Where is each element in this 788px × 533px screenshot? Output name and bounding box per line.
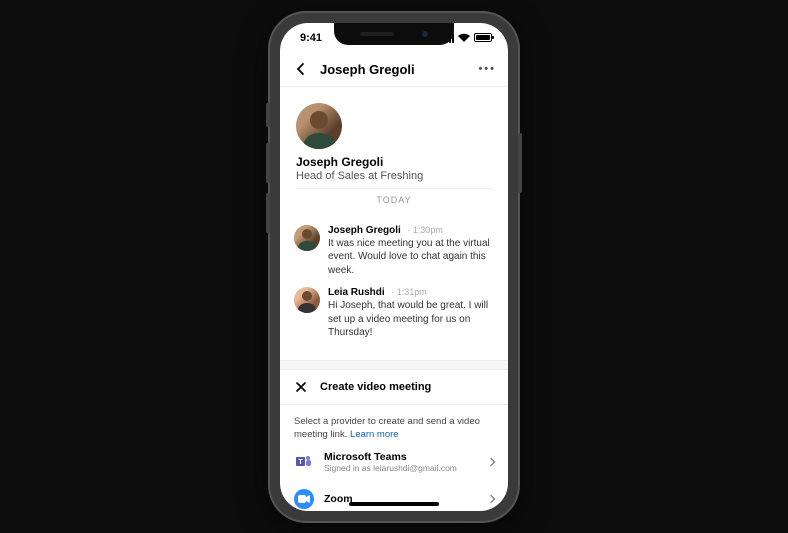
message-item: Joseph Gregoli · 1:30pm It was nice meet… xyxy=(294,225,494,278)
message-avatar[interactable] xyxy=(294,287,320,313)
message-text: It was nice meeting you at the virtual e… xyxy=(328,237,494,278)
volume-up xyxy=(266,143,270,183)
panel-title: Create video meeting xyxy=(320,381,431,393)
create-meeting-header: Create video meeting xyxy=(280,370,508,405)
message-text: Hi Joseph, that would be great. I will s… xyxy=(328,299,494,340)
more-options-button[interactable]: ••• xyxy=(478,63,496,75)
home-indicator[interactable] xyxy=(349,502,439,506)
battery-icon xyxy=(474,33,492,42)
message-avatar[interactable] xyxy=(294,225,320,251)
front-camera xyxy=(422,31,428,37)
back-button[interactable] xyxy=(292,60,310,78)
message-author: Joseph Gregoli xyxy=(328,225,401,236)
volume-down xyxy=(266,193,270,233)
profile-avatar[interactable] xyxy=(296,103,342,149)
chevron-right-icon xyxy=(487,458,495,466)
wifi-icon xyxy=(458,33,470,42)
speaker-grille xyxy=(360,32,394,36)
close-panel-button[interactable] xyxy=(294,380,308,394)
provider-subtitle: Signed in as leiarushdi@gmail.com xyxy=(324,463,478,473)
power-button xyxy=(518,133,522,193)
panel-description: Select a provider to create and send a v… xyxy=(280,405,508,444)
phone-frame: 9:41 Joseph Gregoli ••• Joseph Gregoli H… xyxy=(270,13,518,521)
notch xyxy=(334,23,454,45)
message-author: Leia Rushdi xyxy=(328,287,385,298)
panel-divider xyxy=(280,360,508,370)
mute-switch xyxy=(266,103,270,127)
message-item: Leia Rushdi · 1:31pm Hi Joseph, that wou… xyxy=(294,287,494,340)
message-list: Joseph Gregoli · 1:30pm It was nice meet… xyxy=(280,221,508,360)
profile-subtitle: Head of Sales at Freshing xyxy=(296,170,492,182)
provider-zoom[interactable]: Zoom xyxy=(280,481,508,510)
teams-icon: T xyxy=(294,452,314,472)
arrow-left-icon xyxy=(294,62,308,76)
profile-name: Joseph Gregoli xyxy=(296,155,492,169)
message-time: · 1:31pm xyxy=(389,287,427,297)
svg-text:T: T xyxy=(298,459,303,466)
message-time: · 1:30pm xyxy=(405,225,443,235)
page-title: Joseph Gregoli xyxy=(320,62,468,77)
clock: 9:41 xyxy=(300,32,322,44)
learn-more-link[interactable]: Learn more xyxy=(350,429,399,440)
navbar: Joseph Gregoli ••• xyxy=(280,53,508,87)
close-icon xyxy=(295,381,307,393)
date-separator: TODAY xyxy=(296,188,492,211)
zoom-icon xyxy=(294,489,314,509)
provider-name: Microsoft Teams xyxy=(324,451,478,463)
screen: 9:41 Joseph Gregoli ••• Joseph Gregoli H… xyxy=(280,23,508,511)
provider-microsoft-teams[interactable]: T Microsoft Teams Signed in as leiarushd… xyxy=(280,443,508,481)
profile-header: Joseph Gregoli Head of Sales at Freshing… xyxy=(280,87,508,221)
chevron-right-icon xyxy=(487,495,495,503)
